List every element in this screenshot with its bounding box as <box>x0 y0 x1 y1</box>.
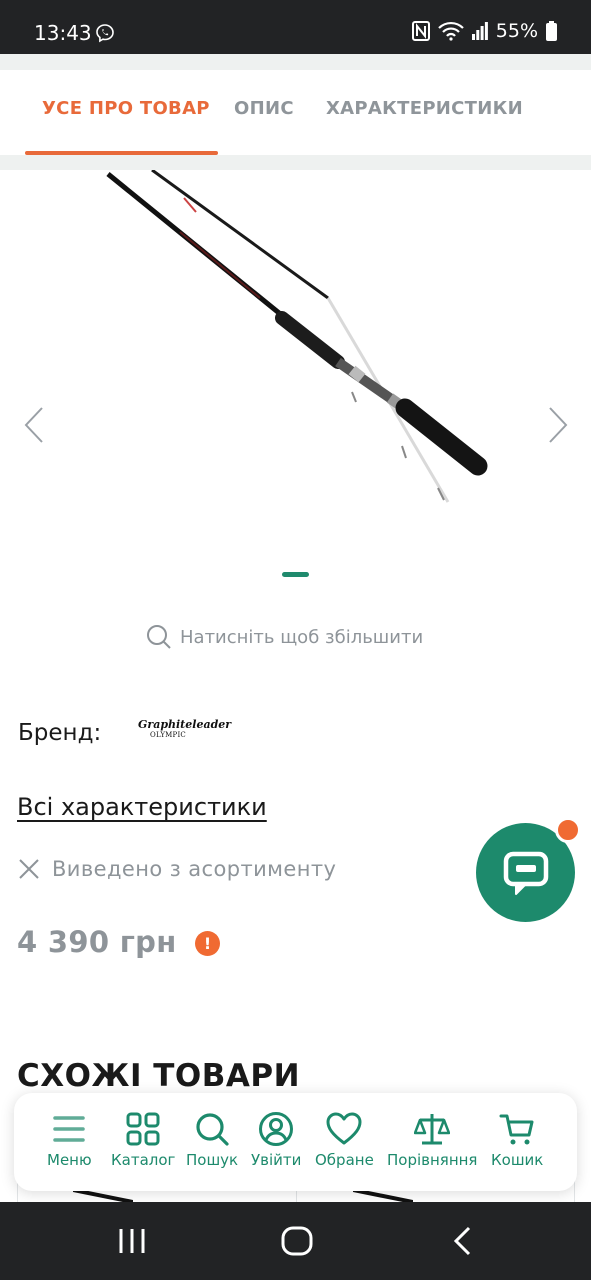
nav-search[interactable]: Пошук <box>186 1111 238 1169</box>
scales-icon <box>414 1114 451 1145</box>
nav-search-label: Пошук <box>186 1151 239 1169</box>
similar-products-title: СХОЖІ ТОВАРИ <box>17 1058 301 1094</box>
product-image[interactable] <box>100 170 500 510</box>
battery-percent: 55% <box>495 20 538 42</box>
gallery-prev-arrow[interactable] <box>22 406 46 444</box>
zoom-hint[interactable]: Натисніть щоб збільшити <box>146 624 423 650</box>
nfc-icon <box>411 21 430 41</box>
status-bar: 13:43 55% <box>0 0 591 54</box>
close-icon <box>19 859 39 879</box>
product-gallery[interactable] <box>0 170 591 590</box>
battery-icon <box>546 21 557 41</box>
bottom-navigation: Меню Каталог Пошук Увійти Обране Порівня… <box>14 1093 577 1191</box>
zoom-hint-text: Натисніть щоб збільшити <box>180 626 424 648</box>
wifi-icon <box>437 21 464 41</box>
nav-compare-label: Порівняння <box>387 1151 478 1169</box>
back-icon[interactable] <box>453 1226 473 1256</box>
chat-notification-badge <box>555 817 581 843</box>
viber-icon <box>96 24 114 43</box>
brand-logo-subtext: OLYMPIC <box>150 731 186 739</box>
availability-status: Виведено з асортименту <box>18 857 336 881</box>
cart-icon <box>499 1114 534 1145</box>
gallery-next-arrow[interactable] <box>546 406 570 444</box>
menu-icon <box>53 1116 86 1142</box>
tabs-band <box>0 155 591 170</box>
nav-favorites-label: Обране <box>315 1151 374 1169</box>
product-price: 4 390 грн <box>17 925 177 959</box>
tab-all-about-product[interactable]: УСЕ ПРО ТОВАР <box>42 98 210 119</box>
status-time: 13:43 <box>34 21 92 45</box>
all-characteristics-link[interactable]: Всі характеристики <box>17 793 267 821</box>
tab-description[interactable]: ОПИС <box>234 98 294 119</box>
signal-icon <box>471 22 488 40</box>
nav-login-label: Увійти <box>251 1151 302 1169</box>
tab-characteristics[interactable]: ХАРАКТЕРИСТИКИ <box>326 98 523 119</box>
nav-favorites[interactable]: Обране <box>315 1111 374 1169</box>
nav-compare[interactable]: Порівняння <box>387 1111 477 1169</box>
gallery-dot-active[interactable] <box>282 572 309 577</box>
user-icon <box>259 1112 294 1146</box>
recent-apps-icon[interactable] <box>118 1226 146 1256</box>
search-icon <box>196 1113 229 1146</box>
header-band <box>0 54 591 70</box>
price-alert-icon[interactable]: ! <box>195 931 220 956</box>
system-navigation-bar <box>0 1202 591 1280</box>
nav-cart-label: Кошик <box>491 1151 544 1169</box>
catalog-icon <box>126 1112 160 1146</box>
nav-login[interactable]: Увійти <box>251 1111 301 1169</box>
heart-icon <box>326 1112 362 1145</box>
brand-label: Бренд: <box>18 720 102 746</box>
brand-logo[interactable]: Graphiteleader OLYMPIC <box>138 718 232 746</box>
nav-menu-label: Меню <box>47 1151 92 1169</box>
availability-text: Виведено з асортименту <box>52 857 337 881</box>
magnifier-icon <box>147 625 171 649</box>
product-tabs: УСЕ ПРО ТОВАР ОПИС ХАРАКТЕРИСТИКИ <box>0 70 591 155</box>
nav-catalog[interactable]: Каталог <box>111 1111 175 1169</box>
brand-logo-text: Graphiteleader <box>138 718 232 731</box>
nav-catalog-label: Каталог <box>111 1151 176 1169</box>
nav-cart[interactable]: Кошик <box>491 1111 543 1169</box>
home-icon[interactable] <box>281 1226 313 1256</box>
nav-menu[interactable]: Меню <box>47 1111 92 1169</box>
chat-icon <box>503 851 549 895</box>
